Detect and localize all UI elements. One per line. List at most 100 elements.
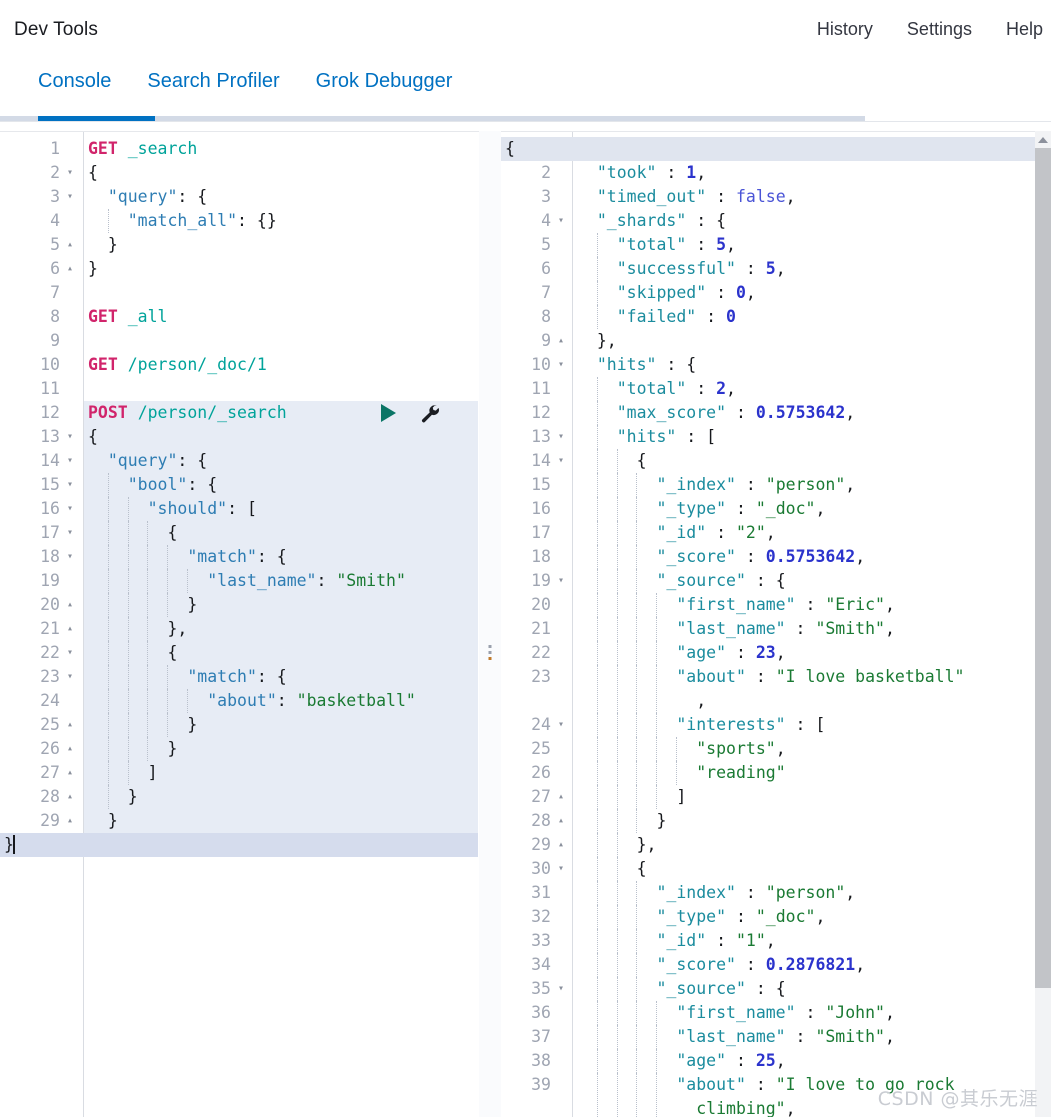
editor-line[interactable]: 5 ▴ } bbox=[0, 233, 479, 257]
fold-open-icon[interactable]: ▾ bbox=[64, 521, 76, 545]
editor-line[interactable]: 20 ▴ } bbox=[40, 593, 478, 617]
editor-line[interactable]: 7 "skipped" : 0, bbox=[501, 281, 1036, 305]
fold-open-icon[interactable]: ▾ bbox=[64, 665, 76, 689]
editor-line[interactable]: 22 "age" : 23, bbox=[501, 641, 1036, 665]
editor-line[interactable]: 8 GET _all bbox=[0, 305, 479, 329]
response-scrollbar[interactable] bbox=[1035, 131, 1051, 1117]
fold-open-icon[interactable]: ▾ bbox=[555, 425, 567, 449]
fold-close-icon[interactable]: ▴ bbox=[64, 617, 76, 641]
editor-line[interactable]: 25 ▴ } bbox=[40, 713, 478, 737]
editor-line[interactable]: 32 "_type" : "_doc", bbox=[501, 905, 1036, 929]
editor-line[interactable]: 23 ▾ "match": { bbox=[40, 665, 478, 689]
editor-line[interactable]: 3 "timed_out" : false, bbox=[501, 185, 1036, 209]
editor-line[interactable]: 18 ▾ "match": { bbox=[40, 545, 478, 569]
editor-line[interactable]: 9 bbox=[0, 329, 479, 353]
editor-line[interactable]: 11 bbox=[0, 377, 479, 401]
editor-line[interactable]: 2 "took" : 1, bbox=[501, 161, 1036, 185]
fold-open-icon[interactable]: ▾ bbox=[555, 569, 567, 593]
editor-line[interactable]: 36 "first_name" : "John", bbox=[501, 1001, 1036, 1025]
fold-close-icon[interactable]: ▴ bbox=[555, 785, 567, 809]
editor-line[interactable]: 16 "_type" : "_doc", bbox=[501, 497, 1036, 521]
editor-line[interactable]: 8 "failed" : 0 bbox=[501, 305, 1036, 329]
chevron-up-icon[interactable] bbox=[1035, 131, 1051, 148]
fold-close-icon[interactable]: ▴ bbox=[555, 833, 567, 857]
fold-close-icon[interactable]: ▴ bbox=[64, 593, 76, 617]
fold-open-icon[interactable]: ▾ bbox=[555, 977, 567, 1001]
fold-open-icon[interactable]: ▾ bbox=[64, 425, 76, 449]
fold-open-icon[interactable]: ▾ bbox=[64, 449, 76, 473]
fold-close-icon[interactable]: ▴ bbox=[555, 809, 567, 833]
editor-line[interactable]: 19 ▾ "_source" : { bbox=[501, 569, 1036, 593]
editor-line[interactable]: 1▾{ bbox=[501, 137, 1036, 161]
editor-line[interactable]: 39 "about" : "I love to go rock climbing… bbox=[501, 1073, 1036, 1117]
editor-line[interactable]: 10 ▾ "hits" : { bbox=[501, 353, 1036, 377]
fold-open-icon[interactable]: ▾ bbox=[555, 857, 567, 881]
editor-line[interactable]: 25 "sports", bbox=[501, 737, 1036, 761]
fold-close-icon[interactable]: ▴ bbox=[64, 785, 76, 809]
editor-line[interactable]: 20 "first_name" : "Eric", bbox=[501, 593, 1036, 617]
editor-line[interactable]: 33 "_id" : "1", bbox=[501, 929, 1036, 953]
fold-open-icon[interactable]: ▾ bbox=[64, 185, 76, 209]
editor-line[interactable]: 19 "last_name": "Smith" bbox=[40, 569, 478, 593]
editor-line[interactable]: 12 POST /person/_search bbox=[40, 401, 478, 425]
editor-line[interactable]: 6 ▴} bbox=[0, 257, 479, 281]
editor-line[interactable]: 21 "last_name" : "Smith", bbox=[501, 617, 1036, 641]
play-icon[interactable] bbox=[381, 404, 396, 422]
editor-line[interactable]: 27 ▴ ] bbox=[501, 785, 1036, 809]
editor-line[interactable]: 17 "_id" : "2", bbox=[501, 521, 1036, 545]
editor-line[interactable]: 31 "_index" : "person", bbox=[501, 881, 1036, 905]
fold-close-icon[interactable]: ▴ bbox=[64, 809, 76, 833]
editor-line[interactable]: 13 ▾ { bbox=[40, 425, 478, 449]
editor-line[interactable]: 12 "max_score" : 0.5753642, bbox=[501, 401, 1036, 425]
editor-line[interactable]: 29 ▴ } bbox=[40, 809, 478, 833]
editor-line[interactable]: 37 "last_name" : "Smith", bbox=[501, 1025, 1036, 1049]
fold-close-icon[interactable]: ▴ bbox=[64, 737, 76, 761]
editor-line[interactable]: 28 ▴ } bbox=[501, 809, 1036, 833]
editor-line[interactable]: 6 "successful" : 5, bbox=[501, 257, 1036, 281]
editor-line[interactable]: 16 ▾ "should": [ bbox=[40, 497, 478, 521]
editor-line[interactable]: 14 ▾ "query": { bbox=[40, 449, 478, 473]
fold-close-icon[interactable]: ▴ bbox=[64, 233, 76, 257]
fold-open-icon[interactable]: ▾ bbox=[64, 545, 76, 569]
fold-close-icon[interactable]: ▴ bbox=[64, 761, 76, 785]
tab-grok-debugger[interactable]: Grok Debugger bbox=[316, 68, 453, 114]
editor-line[interactable]: 18 "_score" : 0.5753642, bbox=[501, 545, 1036, 569]
editor-line[interactable]: 7 bbox=[0, 281, 479, 305]
scrollbar-thumb[interactable] bbox=[1035, 148, 1051, 988]
editor-line[interactable]: 4 "match_all": {} bbox=[0, 209, 479, 233]
help-link[interactable]: Help bbox=[1006, 19, 1043, 40]
editor-line[interactable]: 27 ▴ ] bbox=[40, 761, 478, 785]
fold-open-icon[interactable]: ▾ bbox=[64, 497, 76, 521]
tab-console[interactable]: Console bbox=[38, 68, 111, 114]
editor-line[interactable]: 10 GET /person/_doc/1 bbox=[0, 353, 479, 377]
editor-line[interactable]: 17 ▾ { bbox=[40, 521, 478, 545]
history-link[interactable]: History bbox=[817, 19, 873, 40]
editor-line[interactable]: 9 ▴ }, bbox=[501, 329, 1036, 353]
fold-open-icon[interactable]: ▾ bbox=[555, 449, 567, 473]
editor-line[interactable]: 29 ▴ }, bbox=[501, 833, 1036, 857]
fold-open-icon[interactable]: ▾ bbox=[64, 473, 76, 497]
editor-line[interactable]: 38 "age" : 25, bbox=[501, 1049, 1036, 1073]
editor-line[interactable]: 3 ▾ "query": { bbox=[0, 185, 479, 209]
editor-line[interactable]: 5 "total" : 5, bbox=[501, 233, 1036, 257]
fold-open-icon[interactable]: ▾ bbox=[64, 161, 76, 185]
editor-line[interactable]: 4 ▾ "_shards" : { bbox=[501, 209, 1036, 233]
editor-line[interactable]: 21 ▴ }, bbox=[40, 617, 478, 641]
editor-line[interactable]: 24 "about": "basketball" bbox=[40, 689, 478, 713]
editor-line[interactable]: 2 ▾ { bbox=[0, 161, 479, 185]
editor-line[interactable]: 34 "_score" : 0.2876821, bbox=[501, 953, 1036, 977]
response-editor[interactable]: 1▾{2 "took" : 1,3 "timed_out" : false,4▾… bbox=[501, 131, 1051, 1117]
fold-open-icon[interactable]: ▾ bbox=[64, 641, 76, 665]
fold-close-icon[interactable]: ▴ bbox=[64, 713, 76, 737]
editor-line[interactable]: 30▴} bbox=[0, 833, 478, 857]
fold-open-icon[interactable]: ▾ bbox=[555, 713, 567, 737]
editor-line[interactable]: 24 ▾ "interests" : [ bbox=[501, 713, 1036, 737]
fold-open-icon[interactable]: ▾ bbox=[555, 353, 567, 377]
fold-open-icon[interactable]: ▾ bbox=[555, 209, 567, 233]
editor-line[interactable]: 23 "about" : "I love basketball" , bbox=[501, 665, 1036, 713]
editor-line[interactable]: 15 ▾ "bool": { bbox=[40, 473, 478, 497]
editor-line[interactable]: 30 ▾ { bbox=[501, 857, 1036, 881]
editor-line[interactable]: 26 "reading" bbox=[501, 761, 1036, 785]
wrench-icon[interactable] bbox=[418, 402, 440, 424]
editor-line[interactable]: 22 ▾ { bbox=[40, 641, 478, 665]
